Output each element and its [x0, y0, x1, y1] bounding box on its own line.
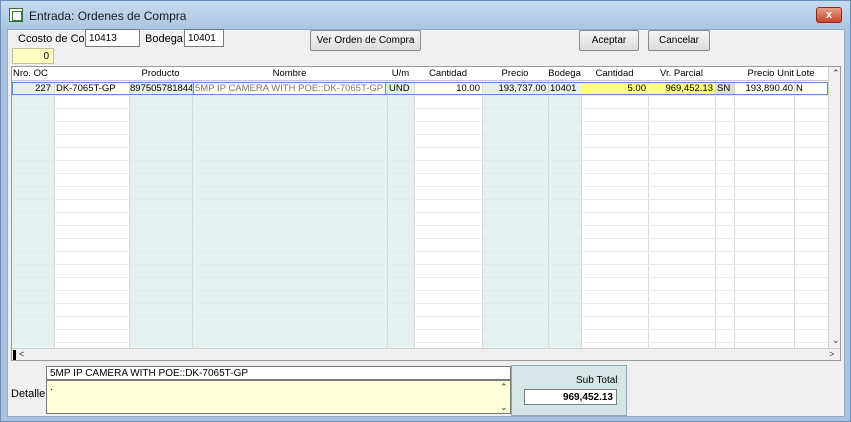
header-precio-unit[interactable]: Precio Unit: [734, 68, 794, 79]
grid-hline: [12, 134, 828, 135]
grid-vline: [581, 81, 582, 360]
horizontal-scrollbar[interactable]: < >: [12, 348, 840, 360]
grid-header: Nro. OC Producto Nombre U/m Cantidad Pre…: [12, 67, 828, 81]
grid-hline: [12, 108, 828, 109]
grid-hline: [12, 121, 828, 122]
cell-vr-parcial[interactable]: 969,452.13: [648, 83, 713, 94]
scroll-thumb[interactable]: [13, 350, 16, 360]
header-precio[interactable]: Precio: [482, 68, 548, 79]
grid-hline: [12, 95, 828, 96]
grid-vline: [129, 81, 130, 360]
grid-hline: [12, 342, 828, 343]
ver-orden-label: Ver Orden de Compra: [316, 35, 415, 46]
ver-orden-button[interactable]: Ver Orden de Compra: [310, 30, 421, 51]
grid-vline: [54, 81, 55, 360]
close-button[interactable]: x: [816, 7, 842, 23]
grid-hline: [12, 173, 828, 174]
detalle-text: .: [50, 382, 53, 393]
grid-hline: [12, 277, 828, 278]
aceptar-button[interactable]: Aceptar: [579, 30, 639, 51]
cell-precio-unit[interactable]: 193,890.40: [734, 83, 793, 94]
cell-cantidad[interactable]: 10.00: [414, 83, 480, 94]
grid-hline: [12, 251, 828, 252]
cell-nro-oc[interactable]: 227: [12, 83, 53, 94]
header-producto[interactable]: Producto: [129, 68, 192, 79]
header-cantidad-2[interactable]: Cantidad: [581, 68, 648, 79]
header-um[interactable]: U/m: [387, 68, 414, 79]
cell-codigo[interactable]: DK-7065T-GP: [56, 83, 128, 94]
grid-vline: [794, 81, 795, 360]
header-nombre[interactable]: Nombre: [192, 68, 387, 79]
cell-lote[interactable]: N: [796, 83, 826, 94]
grid-hline: [12, 199, 828, 200]
scroll-right-icon[interactable]: >: [829, 349, 834, 359]
grid-hline: [12, 225, 828, 226]
grid-hline: [12, 212, 828, 213]
main-window: Entrada: Ordenes de Compra x Ccosto de C…: [0, 0, 851, 422]
order-lines-grid[interactable]: Nro. OC Producto Nombre U/m Cantidad Pre…: [11, 66, 841, 361]
grid-hline: [12, 186, 828, 187]
textarea-scroll-up-icon[interactable]: ⌃: [500, 382, 508, 393]
grid-vline: [548, 81, 549, 360]
bodega-input[interactable]: 10401: [184, 29, 224, 47]
grid-vline: [414, 81, 415, 360]
scroll-left-icon[interactable]: <: [19, 349, 24, 359]
grid-hline: [12, 147, 828, 148]
grid-vline: [648, 81, 649, 360]
grid-hline: [12, 238, 828, 239]
costo-input[interactable]: 10413: [85, 29, 140, 47]
app-icon: [9, 8, 23, 22]
detalle-title-field[interactable]: 5MP IP CAMERA WITH POE::DK-7065T-GP: [46, 366, 511, 380]
textarea-scroll-down-icon[interactable]: ⌄: [500, 402, 508, 413]
cell-producto[interactable]: 8975057818­44: [130, 83, 192, 94]
bodega-label: Bodega :: [145, 33, 190, 45]
grid-hline: [12, 303, 828, 304]
grid-vline: [387, 81, 388, 360]
cell-precio[interactable]: 193,737.00: [482, 83, 546, 94]
header-lote[interactable]: Lote: [794, 68, 828, 79]
grid-hline: [12, 160, 828, 161]
grid-hline: [12, 290, 828, 291]
header-vr-parcial[interactable]: Vr. Parcial: [648, 68, 715, 79]
cell-cantidad-2[interactable]: 5.00: [581, 83, 647, 94]
cell-sn[interactable]: SN: [717, 83, 734, 94]
grid-vline: [192, 81, 193, 360]
detalle-label: Detalle: [11, 388, 46, 400]
counter-field[interactable]: 0: [12, 48, 54, 64]
subtotal-panel: Sub Total 969,452.13: [511, 365, 627, 416]
header-bodega[interactable]: Bodega: [548, 68, 581, 79]
vertical-scrollbar[interactable]: ⌃ ⌄: [828, 67, 840, 348]
header-cantidad[interactable]: Cantidad: [414, 68, 482, 79]
grid-vline: [715, 81, 716, 360]
cancelar-label: Cancelar: [658, 35, 700, 46]
grid-hline: [12, 316, 828, 317]
cell-nombre-editor[interactable]: 5MP IP CAMERA WITH POE::DK-7065T-GP: [193, 82, 386, 95]
subtotal-value: 969,452.13: [524, 389, 617, 405]
grid-hline: [12, 264, 828, 265]
cell-bodega[interactable]: 10401: [550, 83, 581, 94]
cancelar-button[interactable]: Cancelar: [648, 30, 710, 51]
grid-vline: [734, 81, 735, 360]
header-nro-oc[interactable]: Nro. OC: [12, 68, 48, 79]
subtotal-label: Sub Total: [576, 375, 618, 386]
scroll-up-icon[interactable]: ⌃: [832, 68, 840, 79]
detalle-textarea[interactable]: . ⌃ ⌄: [46, 380, 511, 414]
aceptar-label: Aceptar: [591, 35, 627, 46]
cell-um[interactable]: UND: [389, 83, 414, 94]
window-title: Entrada: Ordenes de Compra: [29, 9, 187, 23]
form-body: Ccosto de Costo : 10413 Bodega : 10401 V…: [7, 29, 845, 417]
title-bar[interactable]: Entrada: Ordenes de Compra x: [1, 1, 850, 29]
scroll-down-icon[interactable]: ⌄: [832, 335, 840, 346]
grid-hline: [12, 329, 828, 330]
grid-vline: [482, 81, 483, 360]
